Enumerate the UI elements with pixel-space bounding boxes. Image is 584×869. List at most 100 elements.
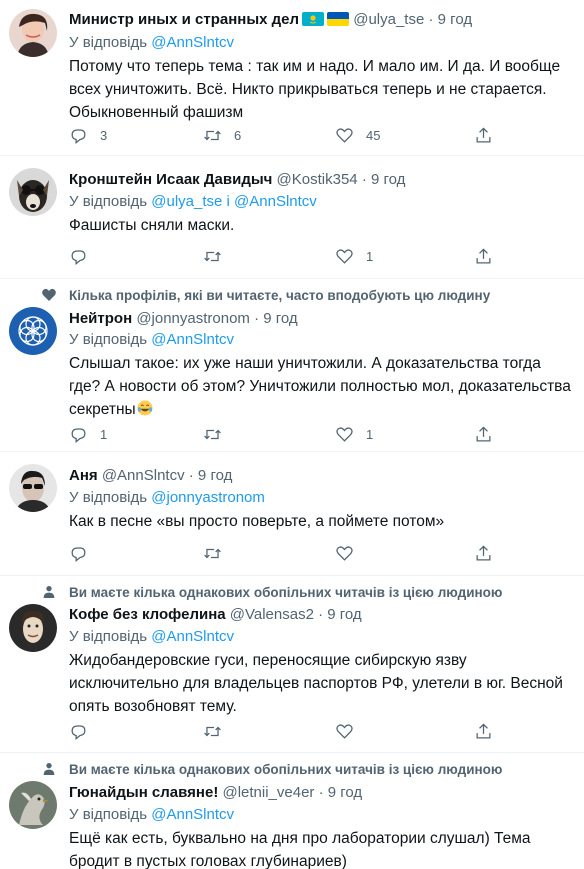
reply-button[interactable] <box>69 543 100 563</box>
reply-icon <box>71 724 86 740</box>
tweet-text: Фашисты сняли маски. <box>69 217 235 234</box>
author-handle[interactable]: @AnnSlntcv <box>102 467 185 484</box>
timestamp[interactable]: · 9 год <box>362 171 406 188</box>
author-handle[interactable]: @ulya_tse <box>353 11 424 28</box>
action-bar: 1 1 <box>69 424 499 444</box>
tweet-text: Потому что теперь тема : так им и надо. … <box>69 58 561 121</box>
like-button[interactable] <box>335 721 366 741</box>
heart-icon <box>336 426 353 442</box>
retweet-button[interactable]: 6 <box>203 125 241 145</box>
reply-button[interactable] <box>69 246 100 266</box>
avatar[interactable] <box>9 604 57 652</box>
timestamp[interactable]: · 9 год <box>429 11 473 28</box>
author-name[interactable]: Нейтрон <box>69 310 132 327</box>
share-button[interactable] <box>474 721 493 741</box>
action-bar: 1 <box>69 246 499 266</box>
reply-feed: Министр иных и странных дел @ulya_tse · … <box>0 0 584 869</box>
reply-button[interactable] <box>69 721 100 741</box>
retweet-button[interactable] <box>203 424 234 444</box>
share-icon <box>476 544 491 560</box>
timestamp[interactable]: · 9 год <box>254 310 298 327</box>
author-name[interactable]: Кофе без клофелина <box>69 606 226 623</box>
timestamp[interactable]: · 9 год <box>319 784 363 801</box>
author-handle[interactable]: @jonnyastronom <box>136 310 250 327</box>
reply-icon <box>71 249 86 265</box>
share-icon <box>476 425 491 441</box>
reply-to-link[interactable]: @AnnSlntcv <box>151 331 234 348</box>
author-handle[interactable]: @letnii_ve4er <box>222 784 314 801</box>
tweet[interactable]: Ви маєте кілька однакових обопільних чит… <box>0 576 584 752</box>
author-name[interactable]: Министр иных и странных дел <box>69 11 299 28</box>
avatar[interactable] <box>9 307 57 355</box>
reply-count: 3 <box>100 127 108 143</box>
reply-to-link[interactable]: @AnnSlntcv <box>151 628 234 645</box>
reply-button[interactable]: 1 <box>69 424 107 444</box>
avatar[interactable] <box>9 464 57 512</box>
like-button[interactable]: 1 <box>335 424 373 444</box>
tweet[interactable]: Кілька профілів, які ви читаєте, часто в… <box>0 279 584 451</box>
reply-label: У відповідь <box>69 628 152 645</box>
like-count: 1 <box>366 248 374 264</box>
retweet-button[interactable] <box>203 543 234 563</box>
social-context: Ви маєте кілька однакових обопільних чит… <box>43 762 503 777</box>
reply-to-link[interactable]: @AnnSlntcv <box>151 806 234 823</box>
retweet-button[interactable] <box>203 246 234 266</box>
social-context-text: Ви маєте кілька однакових обопільних чит… <box>69 762 503 777</box>
avatar[interactable] <box>9 781 57 829</box>
tweet-text: Ещё как есть, буквально на дня про лабор… <box>69 830 531 869</box>
author-name[interactable]: Кронштейн Исаак Давидыч <box>69 171 272 188</box>
share-button[interactable] <box>474 246 493 266</box>
tweet[interactable]: Ви маєте кілька однакових обопільних чит… <box>0 753 584 869</box>
author-handle[interactable]: @Kostik354 <box>277 171 358 188</box>
reply-label: У відповідь <box>69 193 152 210</box>
like-count: 1 <box>366 426 374 442</box>
retweet-icon <box>204 548 221 558</box>
retweet-icon <box>204 130 221 140</box>
social-context-text: Кілька профілів, які ви читаєте, часто в… <box>69 288 491 303</box>
share-button[interactable] <box>474 424 493 444</box>
tweet-text: Как в песне «вы просто поверьте, а пойме… <box>69 513 445 530</box>
retweet-icon <box>204 251 221 261</box>
like-button[interactable] <box>335 543 366 563</box>
heart-icon <box>336 127 353 143</box>
share-button[interactable] <box>474 125 493 145</box>
share-icon <box>476 247 491 263</box>
reply-to-link[interactable]: @ulya_tse і @AnnSlntcv <box>151 193 317 210</box>
retweet-icon <box>204 429 221 439</box>
reply-to-link[interactable]: @jonnyastronom <box>151 489 265 506</box>
action-bar <box>69 543 499 563</box>
tweet-text: Жидобандеровские гуси, переносящие сибир… <box>69 652 563 715</box>
reply-to-link[interactable]: @AnnSlntcv <box>151 34 234 51</box>
avatar[interactable] <box>9 9 57 57</box>
reply-label: У відповідь <box>69 806 152 823</box>
tweet[interactable]: Министр иных и странных дел @ulya_tse · … <box>0 0 584 155</box>
retweet-count: 6 <box>234 127 242 143</box>
tweet-text-container: Слышал такое: их уже наши уничтожили. А … <box>69 352 574 421</box>
author-name[interactable]: Аня <box>69 467 98 484</box>
timestamp[interactable]: · 9 год <box>318 606 362 623</box>
person-icon <box>43 586 55 598</box>
like-count: 45 <box>366 127 381 143</box>
avatar[interactable] <box>9 168 57 216</box>
reply-icon <box>71 427 86 443</box>
heart-icon <box>336 723 353 739</box>
reply-count: 1 <box>100 426 108 442</box>
tweet[interactable]: Аня @AnnSlntcv · 9 год У відповідь @jonn… <box>0 452 584 575</box>
retweet-icon <box>204 726 221 736</box>
like-button[interactable]: 45 <box>335 125 380 145</box>
reply-label: У відповідь <box>69 331 152 348</box>
like-button[interactable]: 1 <box>335 246 373 266</box>
reply-label: У відповідь <box>69 489 152 506</box>
reply-button[interactable]: 3 <box>69 125 107 145</box>
social-context: Кілька профілів, які ви читаєте, часто в… <box>42 288 491 303</box>
reply-icon <box>71 546 86 562</box>
heart-icon <box>336 545 353 561</box>
share-icon <box>476 722 491 738</box>
person-icon <box>43 763 55 775</box>
share-button[interactable] <box>474 543 493 563</box>
tweet[interactable]: Кронштейн Исаак Давидыч @Kostik354 · 9 г… <box>0 156 584 278</box>
retweet-button[interactable] <box>203 721 234 741</box>
author-name[interactable]: Гюнайдын славяне! <box>69 784 218 801</box>
author-handle[interactable]: @Valensas2 <box>230 606 314 623</box>
timestamp[interactable]: · 9 год <box>189 467 233 484</box>
